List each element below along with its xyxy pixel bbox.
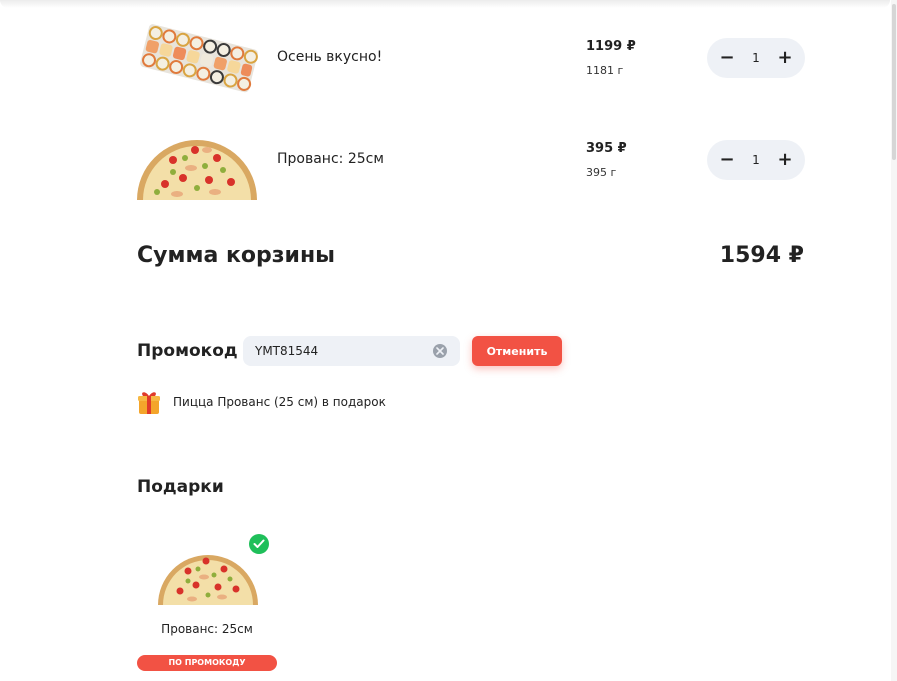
item-name[interactable]: Осень вкусно! <box>277 49 382 65</box>
gifts-title: Подарки <box>137 477 224 497</box>
quantity-value: 1 <box>752 51 760 65</box>
item-weight: 1181 г <box>586 64 624 77</box>
decrease-quantity-button[interactable]: − <box>709 38 745 78</box>
pizza-image <box>137 140 257 200</box>
gift-card[interactable]: Прованс: 25см ПО ПРОМОКОДУ <box>137 530 277 675</box>
check-icon <box>249 534 269 554</box>
pizza-image <box>158 555 258 605</box>
clear-icon[interactable] <box>433 344 447 358</box>
sushi-set-image <box>140 24 258 93</box>
cart-total-label: Сумма корзины <box>137 243 336 268</box>
gift-note-text: Пицца Прованс (25 см) в подарок <box>173 395 386 409</box>
promo-badge: ПО ПРОМОКОДУ <box>137 655 277 671</box>
increase-quantity-button[interactable]: + <box>767 38 803 78</box>
scrollbar-thumb[interactable] <box>892 4 896 160</box>
item-price: 1199 ₽ <box>586 39 636 54</box>
gift-icon <box>138 392 160 414</box>
decrease-quantity-button[interactable]: − <box>709 140 745 180</box>
cart-item: Прованс: 25см 395 ₽ 395 г − 1 + <box>137 120 807 200</box>
quantity-value: 1 <box>752 153 760 167</box>
quantity-stepper: − 1 + <box>707 38 805 78</box>
item-price: 395 ₽ <box>586 141 627 156</box>
quantity-stepper: − 1 + <box>707 140 805 180</box>
cart-item: Осень вкусно! 1199 ₽ 1181 г − 1 + <box>137 18 807 98</box>
gift-name: Прованс: 25см <box>161 622 253 636</box>
item-weight: 395 г <box>586 166 617 179</box>
promo-input[interactable] <box>255 336 425 366</box>
promo-field <box>243 336 460 366</box>
item-name[interactable]: Прованс: 25см <box>277 151 384 167</box>
cancel-promo-button[interactable]: Отменить <box>472 336 562 366</box>
promo-label: Промокод <box>137 341 238 361</box>
cart-total-value: 1594 ₽ <box>719 243 804 268</box>
cart-page: Осень вкусно! 1199 ₽ 1181 г − 1 + Прован… <box>0 0 897 681</box>
header-shadow <box>0 0 890 8</box>
scrollbar[interactable] <box>891 0 897 681</box>
increase-quantity-button[interactable]: + <box>767 140 803 180</box>
